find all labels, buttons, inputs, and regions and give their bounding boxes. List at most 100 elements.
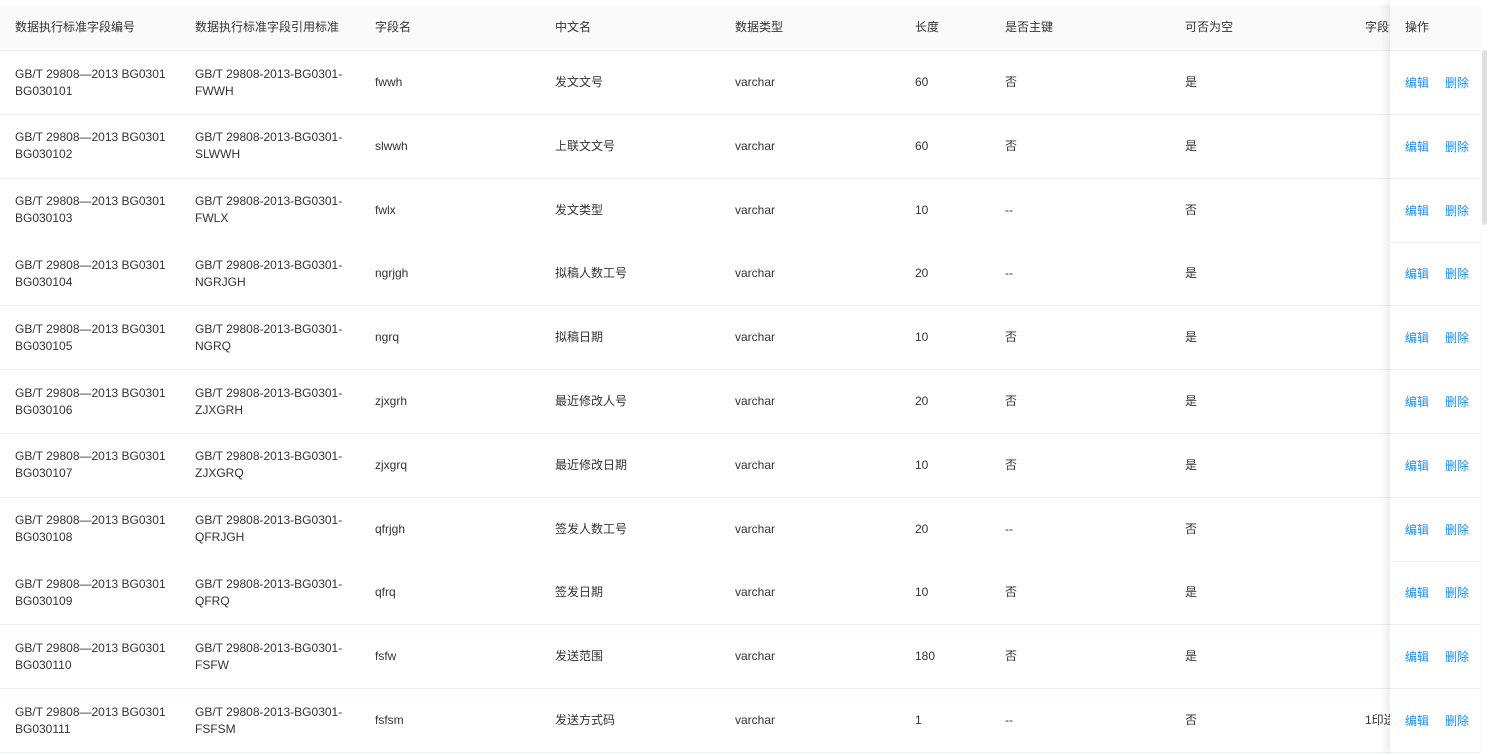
cell-length-text: 10: [915, 330, 929, 345]
column-header-field-code[interactable]: 数据执行标准字段编号: [15, 5, 180, 50]
cell-data-type: varchar: [735, 51, 900, 114]
edit-link[interactable]: 编辑: [1405, 202, 1429, 219]
cell-data-type-text: varchar: [735, 585, 776, 600]
cell-length-text: 20: [915, 394, 929, 408]
cell-data-type: varchar: [735, 625, 900, 688]
cell-field-name-text: fwlx: [375, 202, 396, 217]
cell-length: 20: [915, 370, 990, 433]
column-header-primary-key[interactable]: 是否主键: [1005, 5, 1170, 50]
table-header: 数据执行标准字段编号 数据执行标准字段引用标准 字段名 中文名 数据类型 长度 …: [0, 5, 1480, 51]
cell-nullable: 是: [1185, 306, 1350, 369]
cell-reference-standard-text: FSFW: [195, 657, 229, 672]
delete-link[interactable]: 删除: [1445, 521, 1469, 538]
action-column-header: 操作: [1390, 5, 1480, 51]
cell-reference-standard: GB/T 29808-2013-BG0301- QFRJGH: [195, 498, 360, 561]
column-header-data-type[interactable]: 数据类型: [735, 5, 900, 50]
cell-primary-key-text: --: [1005, 202, 1013, 217]
cell-chinese-name-text: 发送方式码: [555, 713, 616, 727]
action-row: 编辑 删除: [1390, 625, 1480, 690]
cell-reference-standard: GB/T 29808-2013-BG0301- SLWWH: [195, 115, 360, 178]
delete-link[interactable]: 删除: [1445, 584, 1469, 601]
cell-nullable-text: 是: [1185, 394, 1198, 408]
delete-link[interactable]: 删除: [1445, 648, 1469, 665]
delete-link[interactable]: 删除: [1445, 457, 1469, 474]
cell-length: 20: [915, 242, 990, 305]
edit-link[interactable]: 编辑: [1405, 648, 1429, 665]
column-header-nullable[interactable]: 可否为空: [1185, 5, 1350, 50]
cell-field-name: fwwh: [375, 51, 540, 114]
cell-reference-standard-text: ZJXGRQ: [195, 466, 244, 481]
cell-field-code: GB/T 29808—2013 BG0301 BG030107: [15, 434, 180, 497]
cell-description: [1365, 498, 1390, 561]
delete-link[interactable]: 删除: [1445, 265, 1469, 282]
cell-length-text: 10: [915, 202, 929, 217]
edit-link[interactable]: 编辑: [1405, 712, 1429, 729]
cell-data-type: varchar: [735, 689, 900, 752]
vertical-scrollbar[interactable]: [1482, 50, 1487, 225]
column-header-length[interactable]: 长度: [915, 5, 990, 50]
cell-data-type-text: varchar: [735, 330, 776, 345]
cell-nullable: 是: [1185, 434, 1350, 497]
cell-chinese-name: 发送方式码: [555, 689, 720, 752]
cell-field-code-text: BG030107: [15, 466, 73, 481]
cell-length-text: 60: [915, 138, 929, 153]
cell-data-type: varchar: [735, 370, 900, 433]
column-header-reference-standard[interactable]: 数据执行标准字段引用标准: [195, 5, 360, 50]
cell-field-code-text: BG030109: [15, 593, 73, 608]
edit-link[interactable]: 编辑: [1405, 138, 1429, 155]
delete-link[interactable]: 删除: [1445, 712, 1469, 729]
cell-length-text: 10: [915, 457, 929, 472]
edit-link[interactable]: 编辑: [1405, 393, 1429, 410]
cell-primary-key-text: 否: [1005, 394, 1018, 408]
cell-reference-standard-text: GB/T 29808-2013-BG0301-: [195, 130, 343, 145]
cell-reference-standard-text: QFRJGH: [195, 530, 245, 545]
cell-nullable-text: 否: [1185, 521, 1198, 536]
cell-data-type-text: varchar: [735, 394, 776, 408]
delete-link[interactable]: 删除: [1445, 393, 1469, 410]
table-row: GB/T 29808—2013 BG0301 BG030105 GB/T 29808…: [0, 306, 1480, 371]
cell-description: [1365, 561, 1390, 624]
cell-length-text: 60: [915, 75, 929, 89]
cell-reference-standard-text: GB/T 29808-2013-BG0301-: [195, 257, 343, 272]
edit-link[interactable]: 编辑: [1405, 329, 1429, 346]
cell-data-type: varchar: [735, 306, 900, 369]
edit-link[interactable]: 编辑: [1405, 74, 1429, 91]
cell-field-name: qfrq: [375, 561, 540, 624]
cell-data-type-text: varchar: [735, 521, 776, 536]
cell-field-name-text: fsfsm: [375, 713, 404, 727]
delete-link[interactable]: 删除: [1445, 329, 1469, 346]
cell-reference-standard-text: GB/T 29808-2013-BG0301-: [195, 385, 343, 400]
cell-nullable: 是: [1185, 115, 1350, 178]
column-header-chinese-name[interactable]: 中文名: [555, 5, 720, 50]
cell-length-text: 20: [915, 521, 929, 536]
cell-description: [1365, 51, 1390, 114]
column-header-field-name[interactable]: 字段名: [375, 5, 540, 50]
edit-link[interactable]: 编辑: [1405, 457, 1429, 474]
edit-link[interactable]: 编辑: [1405, 584, 1429, 601]
cell-primary-key: --: [1005, 242, 1170, 305]
cell-field-code-text: GB/T 29808—2013 BG0301: [15, 576, 166, 591]
cell-field-name: qfrjgh: [375, 498, 540, 561]
cell-length-text: 20: [915, 266, 929, 281]
cell-data-type-text: varchar: [735, 649, 776, 664]
cell-field-name-text: ngrq: [375, 330, 400, 345]
cell-reference-standard-text: GB/T 29808-2013-BG0301-: [195, 576, 343, 591]
delete-link[interactable]: 删除: [1445, 74, 1469, 91]
cell-chinese-name: 签发日期: [555, 561, 720, 624]
delete-link[interactable]: 删除: [1445, 202, 1469, 219]
cell-length: 10: [915, 306, 990, 369]
cell-primary-key: --: [1005, 498, 1170, 561]
cell-field-name: ngrjgh: [375, 242, 540, 305]
cell-chinese-name-text: 发文文号: [555, 75, 604, 89]
cell-chinese-name-text: 最近修改日期: [555, 457, 628, 472]
cell-field-name-text: qfrq: [375, 585, 396, 600]
cell-field-code-text: BG030108: [15, 530, 73, 545]
cell-primary-key: --: [1005, 179, 1170, 242]
delete-link[interactable]: 删除: [1445, 138, 1469, 155]
action-row: 编辑 删除: [1390, 115, 1480, 179]
cell-field-code: GB/T 29808—2013 BG0301 BG030111: [15, 689, 180, 752]
edit-link[interactable]: 编辑: [1405, 521, 1429, 538]
cell-field-name-text: fwwh: [375, 75, 403, 89]
cell-field-name-text: zjxgrq: [375, 457, 408, 472]
edit-link[interactable]: 编辑: [1405, 265, 1429, 282]
